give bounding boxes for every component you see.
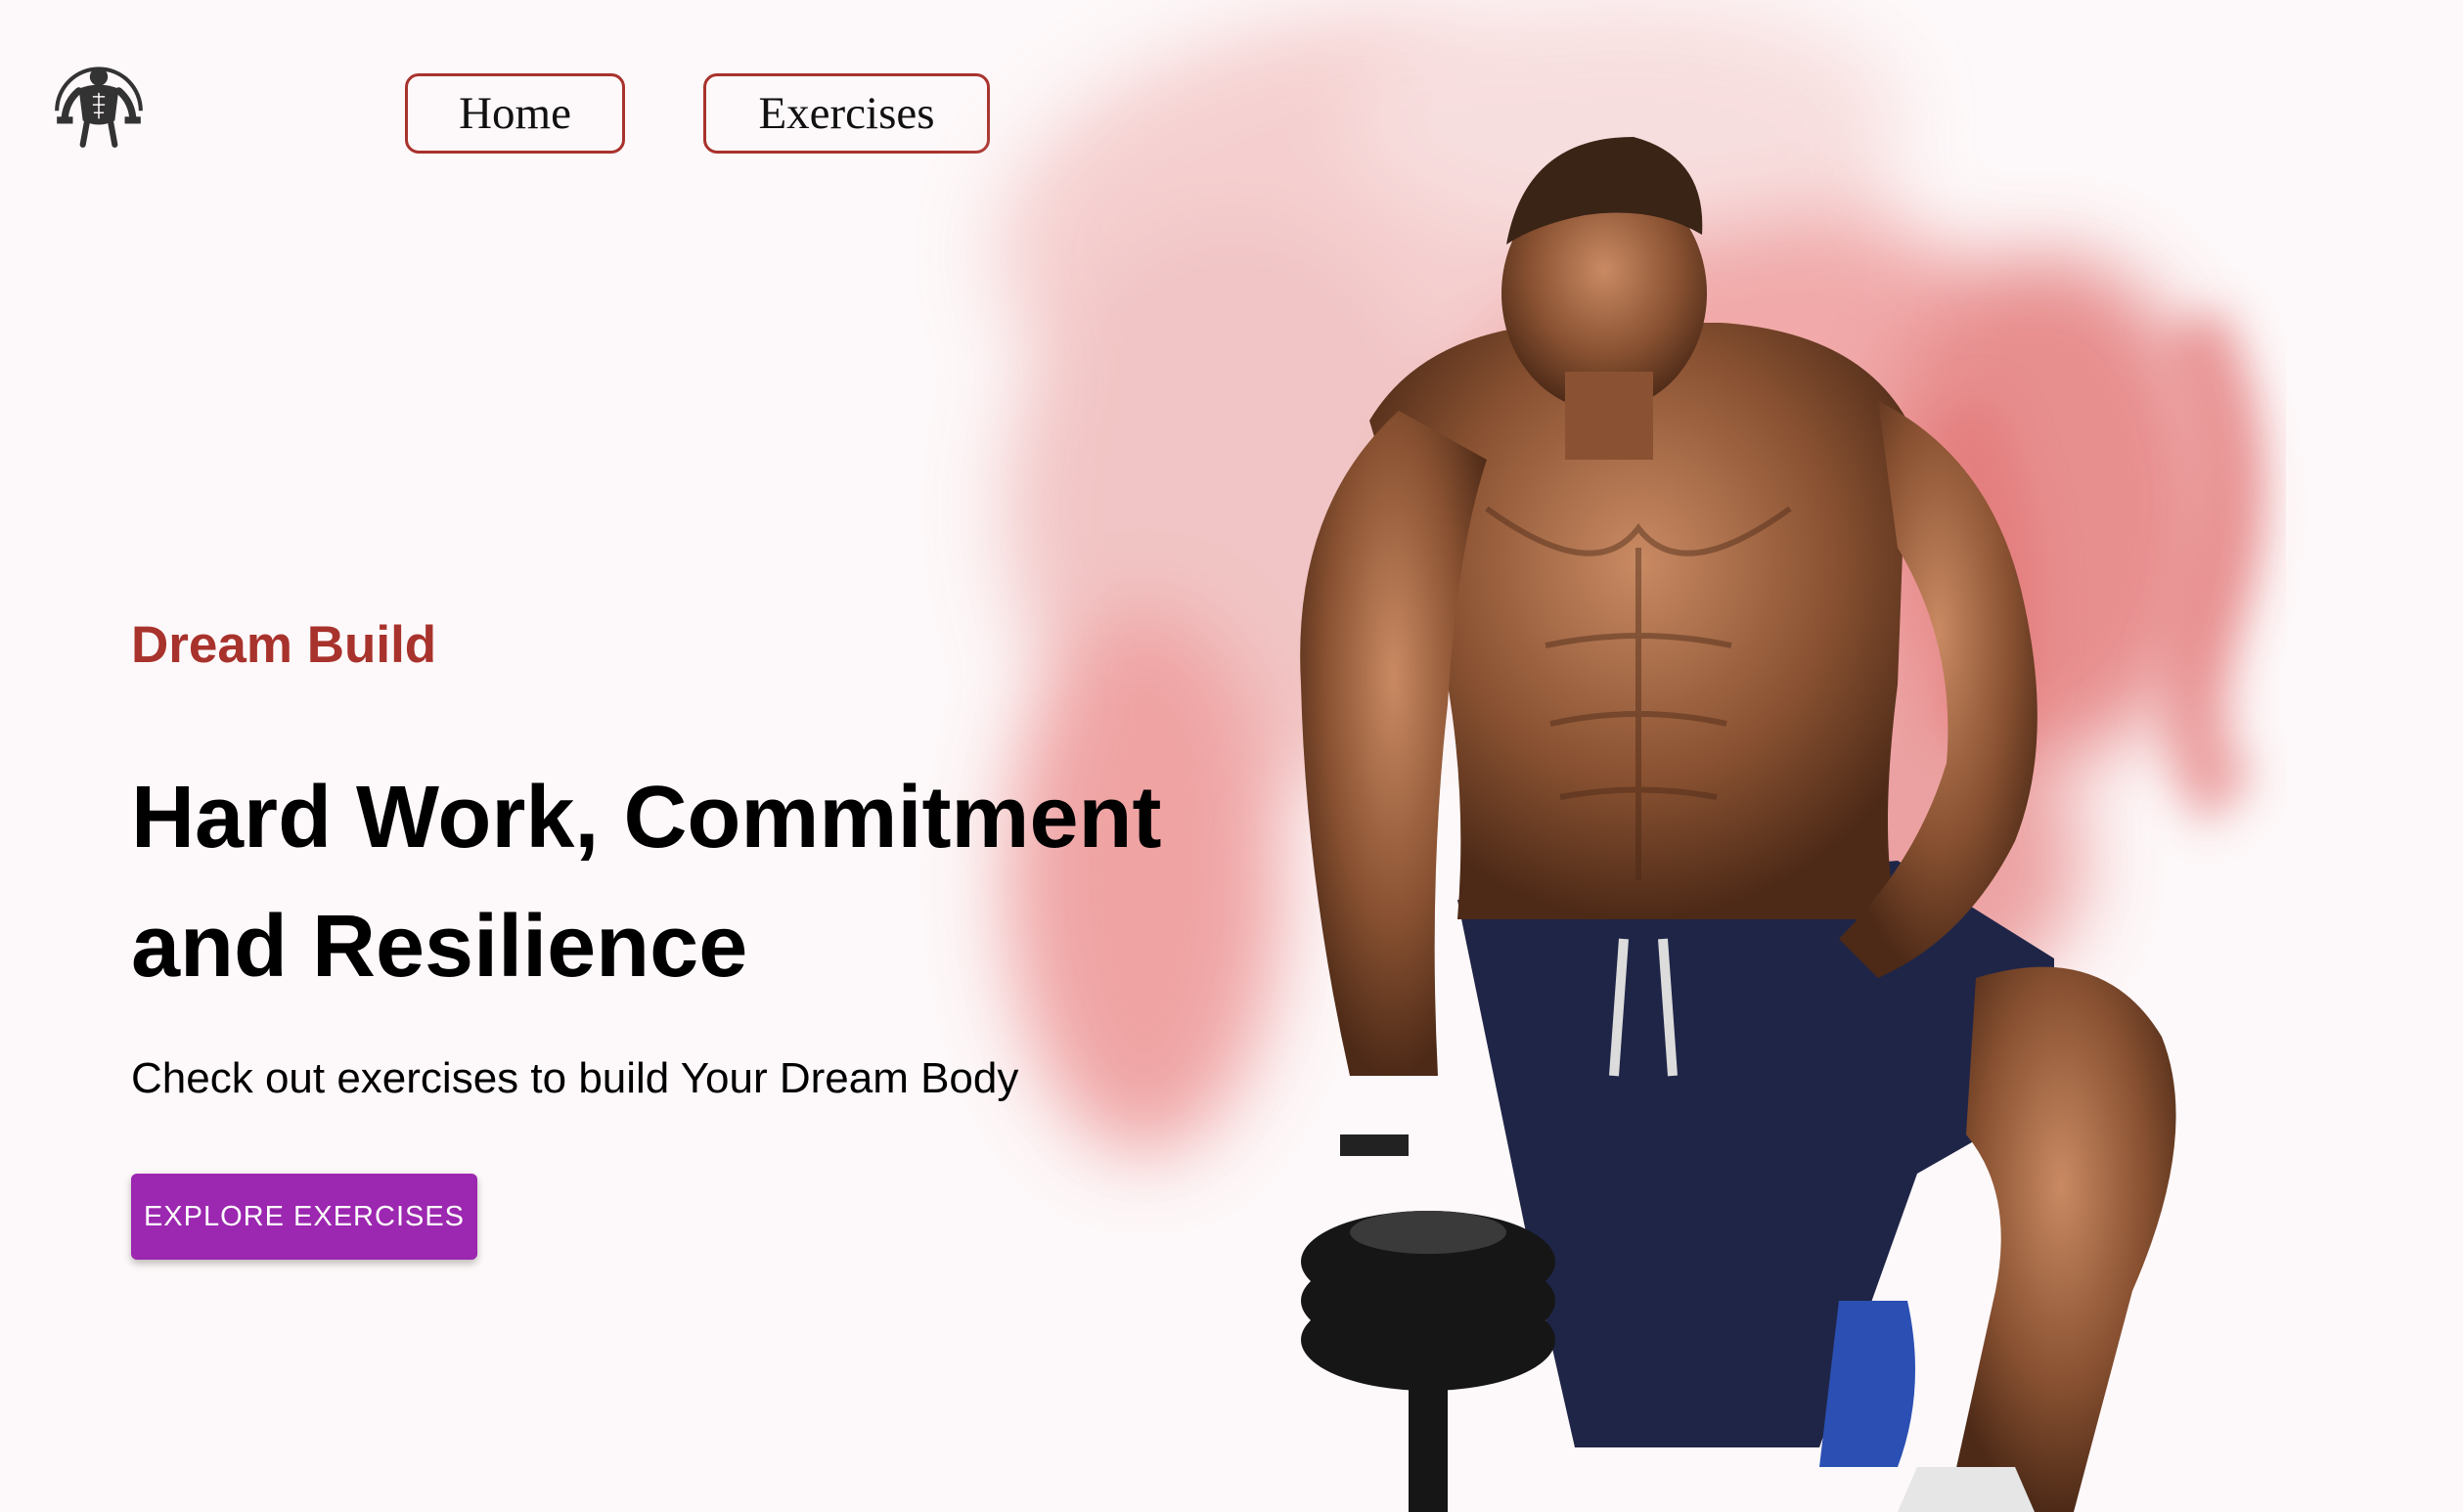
- hero-eyebrow: Dream Build: [131, 616, 437, 674]
- hero-headline-line-2: and Resilience: [131, 898, 748, 996]
- hero-headline: Hard Work, Commitment and Resilience: [131, 753, 1266, 1011]
- bodybuilder-logo-icon[interactable]: [49, 51, 149, 151]
- hero-subtitle: Check out exercises to build Your Dream …: [131, 1054, 1019, 1102]
- explore-exercises-button[interactable]: EXPLORE EXERCISES: [131, 1174, 477, 1260]
- nav-home-link[interactable]: Home: [405, 73, 625, 154]
- hero-headline-line-1: Hard Work, Commitment: [131, 769, 1162, 867]
